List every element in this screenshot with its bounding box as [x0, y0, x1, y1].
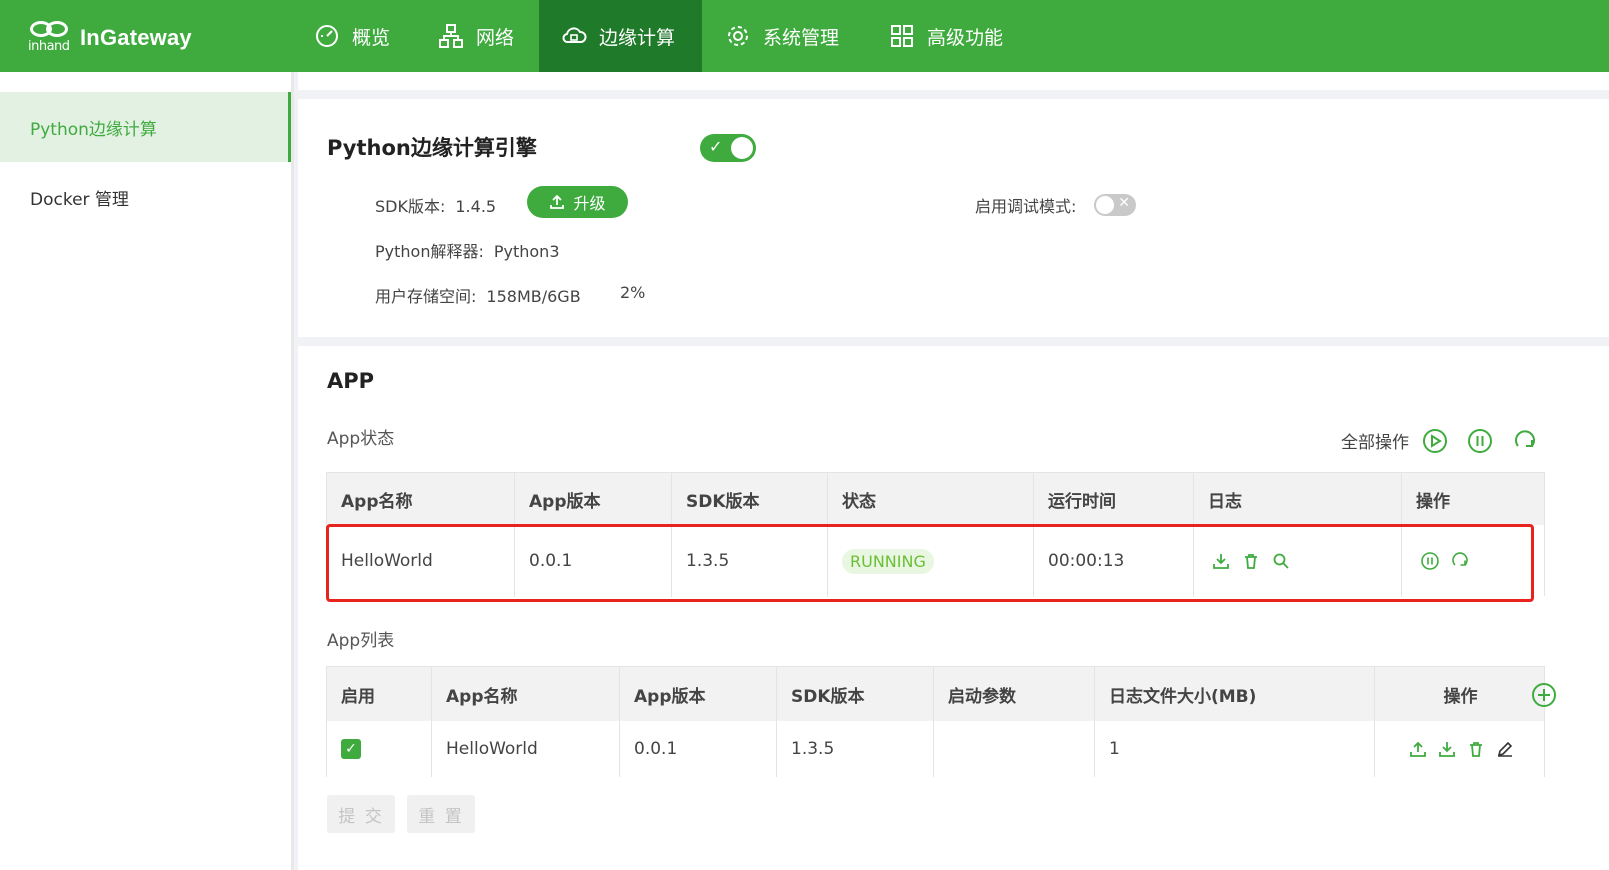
- close-icon: ✕: [1118, 195, 1130, 211]
- app-section-title: APP: [327, 369, 375, 393]
- col-log: 日志: [1194, 473, 1402, 525]
- log-size[interactable]: 1: [1095, 721, 1375, 777]
- upload-icon: [550, 194, 565, 209]
- table-row: ✓ HelloWorld 0.0.1 1.3.5 1: [327, 721, 1544, 777]
- network-icon: [439, 24, 463, 48]
- app-version: 0.0.1: [620, 721, 777, 777]
- debug-mode-label: 启用调试模式:: [975, 197, 1077, 216]
- enable-checkbox[interactable]: ✓: [341, 739, 361, 759]
- sidebar-item-python[interactable]: Python边缘计算: [0, 92, 291, 162]
- storage-label: 用户存储空间:: [375, 287, 477, 306]
- col-enabled: 启用: [327, 667, 432, 721]
- download-icon[interactable]: [1438, 740, 1456, 758]
- delete-icon[interactable]: [1467, 740, 1485, 758]
- engine-enable-toggle[interactable]: ✓: [700, 134, 756, 162]
- upgrade-button[interactable]: 升级: [527, 186, 628, 218]
- col-actions: 操作: [1443, 686, 1478, 707]
- storage-row: 用户存储空间: 158MB/6GB: [375, 283, 581, 307]
- play-all-icon[interactable]: [1422, 428, 1448, 454]
- sidebar-item-label: Docker 管理: [30, 189, 129, 210]
- col-log-size: 日志文件大小(MB): [1095, 667, 1375, 721]
- top-spacer: [298, 72, 1609, 90]
- sdk-version-label: SDK版本:: [375, 197, 446, 216]
- edit-icon[interactable]: [1496, 740, 1514, 758]
- restart-all-icon[interactable]: [1512, 428, 1538, 454]
- nav-item-network[interactable]: 网络: [438, 0, 538, 72]
- nav-item-edge-computing[interactable]: 边缘计算: [539, 0, 702, 72]
- interpreter-value: Python3: [493, 242, 560, 261]
- all-operations-label: 全部操作: [1341, 433, 1409, 453]
- table-header: App名称 App版本 SDK版本 状态 运行时间 日志 操作: [327, 473, 1544, 525]
- start-params[interactable]: [934, 721, 1095, 777]
- sidebar: Python边缘计算 Docker 管理: [0, 72, 294, 870]
- sdk-version-value: 1.4.5: [455, 197, 497, 216]
- nav-label: 概览: [352, 26, 391, 49]
- nav-item-overview[interactable]: 概览: [314, 0, 414, 72]
- col-params: 启动参数: [934, 667, 1095, 721]
- logo-icon: inhand: [28, 19, 74, 57]
- upgrade-label: 升级: [573, 194, 606, 213]
- app-list-table: 启用 App名称 App版本 SDK版本 启动参数 日志文件大小(MB) 操作 …: [326, 666, 1545, 777]
- top-bar: inhand InGateway 概览 网络 边缘计算 系统管理 高级功能: [0, 0, 1609, 72]
- logo[interactable]: inhand InGateway: [28, 18, 192, 58]
- sidebar-item-label: Python边缘计算: [30, 119, 157, 140]
- col-sdk-version: SDK版本: [672, 473, 828, 525]
- enabled-cell: ✓: [327, 721, 432, 777]
- table-header: 启用 App名称 App版本 SDK版本 启动参数 日志文件大小(MB) 操作: [327, 667, 1544, 721]
- check-icon: ✓: [709, 137, 723, 156]
- col-app-version: App版本: [620, 667, 777, 721]
- sdk-version: 1.3.5: [777, 721, 934, 777]
- storage-percent: 2%: [620, 283, 646, 302]
- nav-label: 边缘计算: [599, 26, 676, 49]
- col-uptime: 运行时间: [1034, 473, 1194, 525]
- dashboard-icon: [316, 25, 338, 47]
- app-card: [298, 346, 1609, 870]
- sdk-version-row: SDK版本: 1.4.5: [375, 193, 496, 217]
- app-status-label: App状态: [327, 429, 395, 449]
- add-app-icon[interactable]: [1531, 682, 1557, 708]
- pause-all-icon[interactable]: [1467, 428, 1493, 454]
- nav-label: 系统管理: [763, 26, 840, 49]
- upload-icon[interactable]: [1409, 740, 1427, 758]
- nav-label: 高级功能: [927, 26, 1004, 49]
- logo-text: InGateway: [80, 25, 192, 50]
- col-app-version: App版本: [515, 473, 672, 525]
- reset-button[interactable]: 重 置: [407, 795, 475, 833]
- debug-mode-toggle[interactable]: ✕: [1094, 194, 1136, 216]
- logo-subtext: inhand: [28, 39, 70, 54]
- nav-item-system[interactable]: 系统管理: [725, 0, 865, 72]
- interpreter-label: Python解释器:: [375, 242, 484, 261]
- col-sdk-version: SDK版本: [777, 667, 934, 721]
- col-app-name: App名称: [432, 667, 620, 721]
- cloud-edge-icon: [562, 27, 587, 43]
- grid-icon: [891, 25, 913, 47]
- list-row-actions: [1375, 721, 1546, 777]
- app-list-label: App列表: [327, 631, 395, 651]
- highlight-annotation: [326, 524, 1534, 602]
- app-name: HelloWorld: [432, 721, 620, 777]
- col-status: 状态: [828, 473, 1034, 525]
- gear-icon: [728, 26, 748, 46]
- interpreter-row: Python解释器: Python3: [375, 238, 560, 262]
- engine-title: Python边缘计算引擎: [327, 136, 537, 160]
- submit-button[interactable]: 提 交: [327, 795, 395, 833]
- storage-value: 158MB/6GB: [486, 287, 581, 306]
- col-actions: 操作: [1416, 491, 1450, 512]
- nav-label: 网络: [476, 26, 515, 49]
- nav-item-advanced[interactable]: 高级功能: [889, 0, 1029, 72]
- col-app-name: App名称: [327, 473, 515, 525]
- sidebar-item-docker[interactable]: Docker 管理: [0, 162, 291, 232]
